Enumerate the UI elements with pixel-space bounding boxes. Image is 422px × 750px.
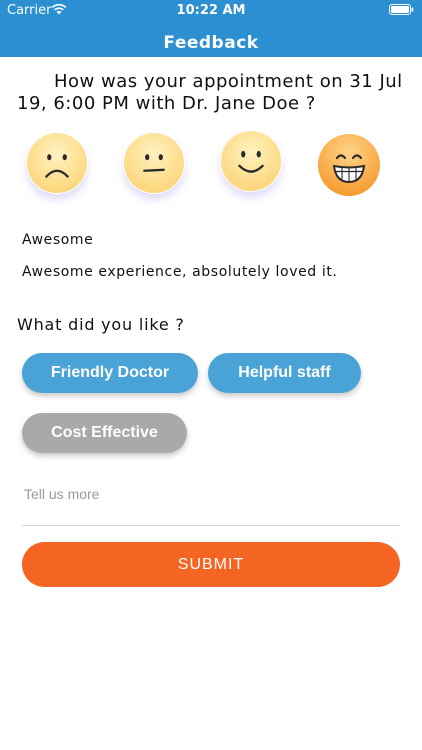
rating-neutral-button[interactable] xyxy=(123,132,185,194)
rating-label: Awesome xyxy=(22,232,94,248)
grin-face-icon xyxy=(318,134,380,196)
battery-icon xyxy=(389,4,414,15)
chip-helpful-staff[interactable]: Helpful staff xyxy=(208,353,361,393)
submit-button[interactable]: SUBMIT xyxy=(22,542,400,587)
rating-grin-button[interactable] xyxy=(317,133,381,197)
rating-smile-button[interactable] xyxy=(220,130,282,192)
chip-cost-effective[interactable]: Cost Effective xyxy=(22,413,187,453)
neutral-face-icon xyxy=(123,132,185,194)
status-time: 10:22 AM xyxy=(176,3,246,18)
feedback-screen: Carrier 10:22 AM Feedback How was your a… xyxy=(0,0,422,750)
sad-face-icon xyxy=(26,132,88,194)
header-bar: Carrier 10:22 AM Feedback xyxy=(0,0,422,57)
tell-us-more-input[interactable] xyxy=(22,476,400,526)
likes-heading: What did you like ? xyxy=(17,315,185,334)
chip-friendly-doctor[interactable]: Friendly Doctor xyxy=(22,353,198,393)
page-title: Feedback xyxy=(163,33,259,53)
rating-description: Awesome experience, absolutely loved it. xyxy=(22,264,338,280)
smile-face-icon xyxy=(220,130,282,192)
appointment-question: How was your appointment on 31 Jul 19, 6… xyxy=(17,71,403,114)
rating-sad-button[interactable] xyxy=(26,132,88,194)
